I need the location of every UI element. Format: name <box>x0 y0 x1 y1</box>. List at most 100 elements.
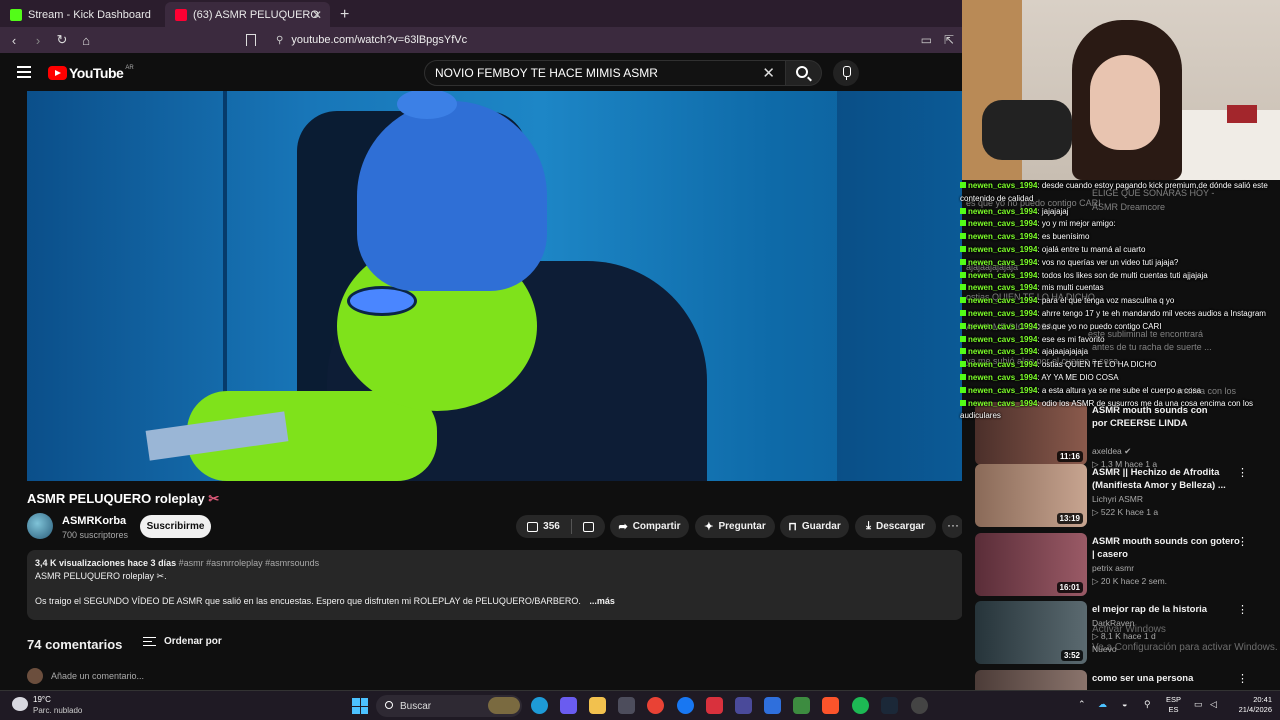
recommendation-item[interactable]: como ser una persona ⋮ <box>975 670 1275 690</box>
more-options-icon[interactable]: ⋮ <box>1237 466 1248 479</box>
voice-search-icon[interactable] <box>833 60 859 86</box>
store-icon[interactable] <box>618 697 635 714</box>
onedrive-icon[interactable]: ☁ <box>1098 699 1107 710</box>
download-button[interactable]: ⤓ Descargar <box>855 515 936 538</box>
user-avatar <box>27 668 43 684</box>
more-options-icon[interactable]: ⋮ <box>1237 535 1248 548</box>
video-thumbnail[interactable]: 3:52 <box>975 601 1087 664</box>
spotify-icon[interactable] <box>852 697 869 714</box>
chat-username[interactable]: newen_cavs_1994 <box>968 386 1037 395</box>
file-explorer-icon[interactable] <box>589 697 606 714</box>
home-icon[interactable]: ⌂ <box>76 33 96 48</box>
chat-username[interactable]: newen_cavs_1994 <box>968 207 1037 216</box>
recommendation-channel[interactable]: axeldea ✔ <box>1092 446 1131 457</box>
widget-icon[interactable] <box>488 697 520 714</box>
recommendation-title[interactable]: ASMR mouth sounds con gotero | casero <box>1092 535 1242 561</box>
volume-icon[interactable]: ◁ <box>1210 699 1217 710</box>
chat-username[interactable]: newen_cavs_1994 <box>968 232 1037 241</box>
weather-condition[interactable]: Parc. nublado <box>33 706 82 715</box>
clear-search-icon[interactable]: ✕ <box>762 64 775 82</box>
search-button[interactable] <box>786 60 822 86</box>
video-player[interactable] <box>27 91 963 481</box>
menu-icon[interactable] <box>17 66 31 78</box>
wps-icon[interactable] <box>706 697 723 714</box>
weather-icon[interactable] <box>12 697 28 711</box>
steam-icon[interactable] <box>881 697 898 714</box>
channel-name[interactable]: ASMRKorba <box>62 515 126 527</box>
recommendation-item[interactable]: 13:19 ASMR || Hechizo de Afrodita (Manif… <box>975 464 1275 530</box>
tab-kick-dashboard[interactable]: Stream - Kick Dashboard <box>0 2 165 27</box>
chat-username[interactable]: newen_cavs_1994 <box>968 258 1037 267</box>
app-icon[interactable] <box>735 697 752 714</box>
ask-button[interactable]: ✦ Preguntar <box>695 515 775 538</box>
show-more-link[interactable]: ...más <box>589 596 615 606</box>
chat-username[interactable]: newen_cavs_1994 <box>968 335 1037 344</box>
url-field[interactable]: ⚲ youtube.com/watch?v=63lBpgsYfVc <box>246 34 467 46</box>
recommendation-title[interactable]: el mejor rap de la historia <box>1092 603 1242 616</box>
more-options-icon[interactable]: ⋮ <box>1237 672 1248 685</box>
copilot-icon[interactable] <box>560 697 577 714</box>
chat-badge-icon <box>960 361 966 368</box>
mic-icon[interactable]: ⚲ <box>1144 699 1151 710</box>
like-count[interactable]: 356 <box>543 521 560 532</box>
subscribe-button[interactable]: Suscribirme <box>140 515 211 538</box>
channel-avatar[interactable] <box>27 513 53 539</box>
weather-temp[interactable]: 19°C <box>33 695 51 704</box>
site-info-icon[interactable]: ⚲ <box>276 35 283 46</box>
more-options-icon[interactable]: ⋮ <box>1237 603 1248 616</box>
tab-youtube[interactable]: (63) ASMR PELUQUERO role ✕ <box>165 2 330 27</box>
chat-username[interactable]: newen_cavs_1994 <box>968 309 1037 318</box>
search-input[interactable]: NOVIO FEMBOY TE HACE MIMIS ASMR ✕ <box>424 60 786 86</box>
chat-username[interactable]: newen_cavs_1994 <box>968 283 1037 292</box>
video-thumbnail[interactable]: 16:01 <box>975 533 1087 596</box>
recommendation-channel[interactable]: petrix asmr <box>1092 563 1134 573</box>
new-tab-button[interactable]: + <box>330 2 359 27</box>
network-icon[interactable]: ◒ <box>1122 699 1127 709</box>
obs-icon[interactable] <box>911 697 928 714</box>
minecraft-icon[interactable] <box>793 697 810 714</box>
like-icon[interactable] <box>527 521 539 532</box>
close-tab-icon[interactable]: ✕ <box>312 8 322 22</box>
chat-username[interactable]: newen_cavs_1994 <box>968 322 1037 331</box>
share-page-icon[interactable]: ⇱ <box>944 33 954 47</box>
bookmark-icon[interactable] <box>246 34 256 46</box>
reload-icon[interactable]: ↻ <box>52 32 72 48</box>
hashtags[interactable]: #asmr #asmrroleplay #asmrsounds <box>179 558 320 568</box>
more-actions-button[interactable]: ··· <box>942 515 964 538</box>
chat-username[interactable]: newen_cavs_1994 <box>968 181 1037 190</box>
dislike-icon[interactable] <box>582 521 594 532</box>
chat-username[interactable]: newen_cavs_1994 <box>968 347 1037 356</box>
save-button[interactable]: ⊓ Guardar <box>780 515 849 538</box>
recommendation-channel[interactable]: Lichyri ASMR <box>1092 494 1143 504</box>
recommendation-item[interactable]: 16:01 ASMR mouth sounds con gotero | cas… <box>975 533 1275 599</box>
description-box[interactable]: 3,4 K visualizaciones hace 3 días #asmr … <box>27 550 963 620</box>
chat-username[interactable]: newen_cavs_1994 <box>968 373 1037 382</box>
recommendation-title[interactable]: como ser una persona <box>1092 672 1242 685</box>
chat-username[interactable]: newen_cavs_1994 <box>968 360 1037 369</box>
chat-username[interactable]: newen_cavs_1994 <box>968 399 1037 408</box>
edge-icon[interactable] <box>531 697 548 714</box>
video-thumbnail[interactable]: 13:19 <box>975 464 1087 527</box>
youtube-logo[interactable]: YouTube AR <box>48 65 134 81</box>
comment-input[interactable]: Añade un comentario... <box>51 671 144 681</box>
back-icon[interactable]: ‹ <box>4 33 24 48</box>
start-icon[interactable] <box>352 698 368 714</box>
app-icon[interactable] <box>764 697 781 714</box>
clock[interactable]: 20:41 21/4/2026 <box>1228 695 1272 715</box>
facebook-icon[interactable] <box>677 697 694 714</box>
chat-username[interactable]: newen_cavs_1994 <box>968 219 1037 228</box>
chat-username[interactable]: newen_cavs_1994 <box>968 271 1037 280</box>
brave-icon[interactable] <box>822 697 839 714</box>
language-indicator[interactable]: ESP ES <box>1166 695 1181 715</box>
video-thumbnail[interactable] <box>975 670 1087 690</box>
recommendation-title[interactable]: ASMR || Hechizo de Afrodita (Manifiesta … <box>1092 466 1242 492</box>
forward-icon[interactable]: › <box>28 33 48 48</box>
sort-comments-button[interactable]: Ordenar por <box>143 636 222 647</box>
chevron-up-icon[interactable]: ⌃ <box>1078 699 1086 710</box>
chrome-icon[interactable] <box>647 697 664 714</box>
share-button[interactable]: ➦ Compartir <box>610 515 689 538</box>
display-icon[interactable]: ▭ <box>1194 699 1203 710</box>
cast-icon[interactable]: ▭ <box>921 33 932 47</box>
chat-username[interactable]: newen_cavs_1994 <box>968 296 1037 305</box>
chat-username[interactable]: newen_cavs_1994 <box>968 245 1037 254</box>
